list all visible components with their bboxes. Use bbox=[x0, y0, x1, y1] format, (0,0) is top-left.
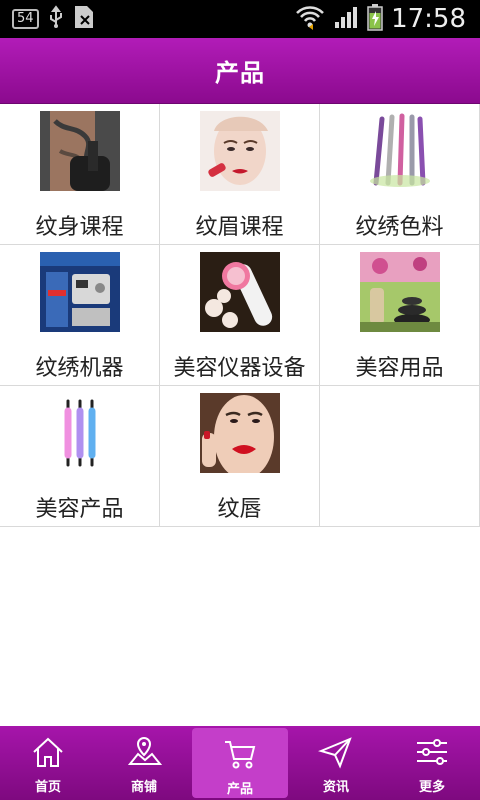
cart-icon bbox=[222, 728, 258, 776]
empty-cell bbox=[320, 386, 480, 527]
product-label: 纹绣机器 bbox=[35, 356, 124, 381]
home-icon bbox=[30, 726, 66, 774]
product-grid: 纹身课程 纹眉课程 纹绣色料 纹绣机器 美容仪器设备 美容用品 美容产品 纹唇 bbox=[0, 104, 480, 527]
clock: 17:58 bbox=[391, 4, 466, 34]
usb-icon bbox=[47, 5, 65, 33]
needle-pens-photo bbox=[39, 393, 120, 473]
status-bar: 54 17:58 bbox=[0, 0, 480, 38]
tab-label: 产品 bbox=[226, 782, 253, 797]
map-icon bbox=[126, 726, 163, 774]
tab-home[interactable]: 首页 bbox=[0, 726, 96, 800]
app-header: 产品 bbox=[0, 38, 480, 104]
tab-label: 更多 bbox=[418, 780, 445, 795]
model-face-photo bbox=[199, 111, 280, 191]
signal-icon bbox=[333, 4, 359, 34]
product-label: 纹绣色料 bbox=[355, 215, 444, 240]
battery-icon bbox=[367, 3, 383, 35]
product-lip-tattoo[interactable]: 纹唇 bbox=[160, 386, 320, 527]
spa-stones-photo bbox=[359, 252, 440, 332]
pigment-pens-photo bbox=[359, 111, 440, 191]
product-label: 美容产品 bbox=[35, 497, 124, 522]
bottom-tab-bar: 首页 商铺 产品 资讯 更多 bbox=[0, 726, 480, 800]
tab-label: 商铺 bbox=[130, 780, 157, 795]
product-label: 美容仪器设备 bbox=[173, 356, 306, 381]
product-beauty-supplies[interactable]: 美容用品 bbox=[320, 245, 480, 386]
send-icon bbox=[317, 726, 354, 774]
sliders-icon bbox=[414, 726, 450, 774]
tab-news[interactable]: 资讯 bbox=[288, 726, 384, 800]
document-icon bbox=[73, 4, 95, 34]
tab-label: 资讯 bbox=[322, 780, 349, 795]
notification-badge: 54 bbox=[12, 9, 39, 29]
tab-shops[interactable]: 商铺 bbox=[96, 726, 192, 800]
machine-photo bbox=[39, 252, 120, 332]
tab-more[interactable]: 更多 bbox=[384, 726, 480, 800]
tattoo-photo bbox=[39, 111, 120, 191]
product-tattoo-pigment[interactable]: 纹绣色料 bbox=[320, 104, 480, 245]
product-tattoo-course[interactable]: 纹身课程 bbox=[0, 104, 160, 245]
product-tattoo-machine[interactable]: 纹绣机器 bbox=[0, 245, 160, 386]
product-label: 纹唇 bbox=[217, 497, 262, 522]
product-label: 纹身课程 bbox=[35, 215, 124, 240]
product-beauty-products[interactable]: 美容产品 bbox=[0, 386, 160, 527]
wifi-icon bbox=[295, 4, 325, 34]
face-brush-photo bbox=[199, 252, 280, 332]
tab-label: 首页 bbox=[34, 780, 61, 795]
page-title: 产品 bbox=[215, 59, 265, 87]
product-label: 纹眉课程 bbox=[195, 215, 284, 240]
product-beauty-equipment[interactable]: 美容仪器设备 bbox=[160, 245, 320, 386]
lips-photo bbox=[199, 393, 280, 473]
product-eyebrow-course[interactable]: 纹眉课程 bbox=[160, 104, 320, 245]
product-label: 美容用品 bbox=[355, 356, 444, 381]
tab-products[interactable]: 产品 bbox=[192, 728, 288, 798]
